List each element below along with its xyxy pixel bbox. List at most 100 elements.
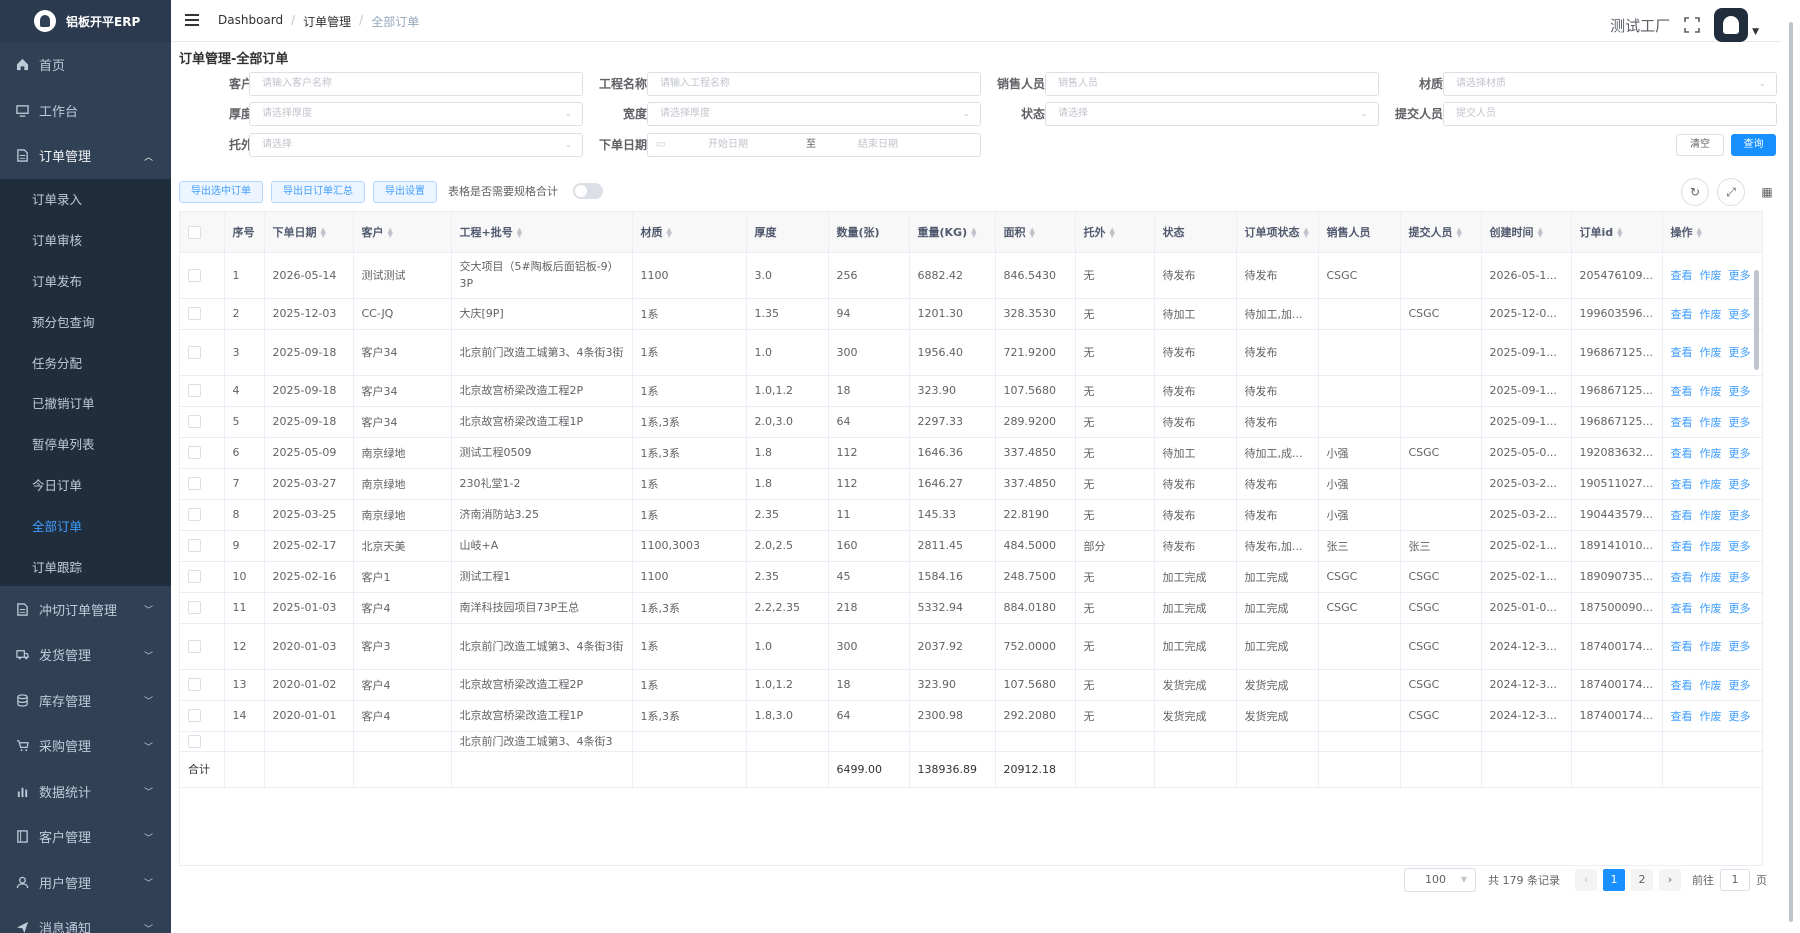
submenu-item-6[interactable]: 暂停单列表 [0,423,171,464]
action-1[interactable]: 作废 [1700,679,1722,692]
sort-icon[interactable]: ▲ ▼ [1030,226,1035,238]
project-input[interactable]: 请输入工程名称 [647,72,981,96]
row-checkbox[interactable] [180,437,225,469]
row-checkbox[interactable] [180,406,225,438]
action-0[interactable]: 查看 [1671,710,1693,723]
action-1[interactable]: 作废 [1700,308,1722,321]
table-row[interactable]: 10 2025-02-16 客户1 测试工程1 1100 2.35 45 1584.16 248… [180,561,1762,593]
date-start[interactable]: 开始日期 [708,134,748,156]
action-1[interactable]: 作废 [1700,385,1722,398]
action-0[interactable]: 查看 [1671,308,1693,321]
column-header[interactable]: 客户 ▲ ▼ [353,212,452,253]
action-0[interactable]: 查看 [1671,416,1693,429]
sidebar-item-2[interactable]: 订单管理 ︿ [0,133,171,179]
table-row[interactable]: 3 2025-09-18 客户34 北京前门改造工城第3、4条街3街 1系 1.0 300 1… [180,329,1762,376]
submenu-item-1[interactable]: 订单审核 [0,219,171,260]
column-header[interactable]: 提交人员 ▲ ▼ [1400,212,1482,253]
table-row[interactable]: 11 2025-01-03 客户4 南洋科技园项目73P王总 1系,3系 2.2,2.35… [180,592,1762,624]
table-scrollbar[interactable] [1752,252,1762,812]
sidebar-item-3[interactable]: 冲切订单管理 ﹀ [0,586,171,632]
action-0[interactable]: 查看 [1671,269,1693,282]
row-checkbox[interactable] [180,700,225,732]
page-1[interactable]: 1 [1603,869,1625,891]
row-checkbox[interactable] [180,623,225,670]
action-2[interactable]: 更多 [1729,447,1751,460]
sort-icon[interactable]: ▲ ▼ [1457,226,1462,238]
hamburger-icon[interactable] [185,14,199,26]
submenu-item-2[interactable]: 订单发布 [0,260,171,301]
sort-icon[interactable]: ▲ ▼ [971,226,976,238]
app-logo[interactable]: 铝板开平ERP [0,0,171,42]
row-checkbox[interactable] [180,298,225,330]
submenu-item-7[interactable]: 今日订单 [0,464,171,505]
action-2[interactable]: 更多 [1729,308,1751,321]
columns-icon[interactable]: ▦ [1753,178,1781,206]
table-row[interactable]: 6 2025-05-09 南京绿地 测试工程0509 1系,3系 1.8 112 1646.3… [180,437,1762,469]
action-1[interactable]: 作废 [1700,640,1722,653]
avatar[interactable] [1714,8,1749,42]
table-row[interactable]: 7 2025-03-27 南京绿地 230礼堂1-2 1系 1.8 112 1646.27 33… [180,468,1762,500]
table-row[interactable]: 2 2025-12-03 CC-JQ 大庆[9P] 1系 1.35 94 1201.30 328… [180,298,1762,330]
action-0[interactable]: 查看 [1671,509,1693,522]
sort-icon[interactable]: ▲ ▼ [667,226,672,238]
next-page-icon[interactable]: › [1659,869,1681,891]
table-row[interactable]: 5 2025-09-18 客户34 北京故宫桥梁改造工程1P 1系,3系 2.0,3.0 6… [180,406,1762,438]
sidebar-item-6[interactable]: 采购管理 ﹀ [0,723,171,769]
row-checkbox[interactable] [180,468,225,500]
column-header[interactable]: 订单id ▲ ▼ [1571,212,1663,253]
page-size-select[interactable]: 100 ▼ [1404,868,1476,892]
action-2[interactable]: 更多 [1729,346,1751,359]
sidebar-item-9[interactable]: 用户管理 ﹀ [0,859,171,905]
column-header[interactable]: 操作 ▲ ▼ [1662,212,1762,253]
sidebar-item-4[interactable]: 发货管理 ﹀ [0,632,171,678]
spec-total-switch[interactable] [573,183,603,199]
row-checkbox[interactable] [180,530,225,562]
export-settings-button[interactable]: 导出设置 [373,181,437,203]
row-checkbox[interactable] [180,561,225,593]
action-1[interactable]: 作废 [1700,346,1722,359]
row-checkbox[interactable] [180,329,225,376]
action-1[interactable]: 作废 [1700,447,1722,460]
action-2[interactable]: 更多 [1729,679,1751,692]
action-0[interactable]: 查看 [1671,478,1693,491]
column-header[interactable]: 托外 ▲ ▼ [1075,212,1155,253]
action-2[interactable]: 更多 [1729,509,1751,522]
action-2[interactable]: 更多 [1729,640,1751,653]
select-all-checkbox[interactable] [180,212,225,253]
submenu-item-4[interactable]: 任务分配 [0,342,171,383]
action-2[interactable]: 更多 [1729,571,1751,584]
submenu-item-3[interactable]: 预分包查询 [0,301,171,342]
action-1[interactable]: 作废 [1700,602,1722,615]
refresh-icon[interactable]: ↻ [1681,178,1709,206]
caret-down-icon[interactable]: ▼ [1752,27,1759,37]
customer-input[interactable]: 请输入客户名称 [249,72,583,96]
action-0[interactable]: 查看 [1671,447,1693,460]
fullscreen-icon[interactable] [1684,17,1700,33]
table-row[interactable]: 北京前门改造工城第3、4条街3 [180,731,1762,752]
action-2[interactable]: 更多 [1729,269,1751,282]
breadcrumb-order-mgmt[interactable]: 订单管理 [303,13,351,30]
action-1[interactable]: 作废 [1700,509,1722,522]
action-0[interactable]: 查看 [1671,640,1693,653]
column-header[interactable]: 材质 ▲ ▼ [632,212,747,253]
action-2[interactable]: 更多 [1729,602,1751,615]
action-0[interactable]: 查看 [1671,679,1693,692]
action-2[interactable]: 更多 [1729,540,1751,553]
table-row[interactable]: 4 2025-09-18 客户34 北京故宫桥梁改造工程2P 1系 1.0,1.2 18 32… [180,375,1762,407]
action-0[interactable]: 查看 [1671,385,1693,398]
sort-icon[interactable]: ▲ ▼ [321,226,326,238]
sidebar-item-7[interactable]: 数据统计 ﹀ [0,768,171,814]
sort-icon[interactable]: ▲ ▼ [1697,226,1702,238]
sidebar-item-0[interactable]: 首页 [0,42,171,88]
table-row[interactable]: 1 2026-05-14 测试测试 交大项目（5#陶板后面铝板-9）3P 1100 3.0… [180,252,1762,299]
column-header[interactable]: 创建时间 ▲ ▼ [1481,212,1572,253]
column-header[interactable]: 重量(KG) ▲ ▼ [909,212,996,253]
action-0[interactable]: 查看 [1671,602,1693,615]
status-select[interactable]: 请选择 ⌄ [1045,102,1379,126]
column-header[interactable]: 面积 ▲ ▼ [995,212,1076,253]
action-2[interactable]: 更多 [1729,710,1751,723]
action-1[interactable]: 作废 [1700,540,1722,553]
row-checkbox[interactable] [180,731,225,752]
action-2[interactable]: 更多 [1729,478,1751,491]
action-1[interactable]: 作废 [1700,571,1722,584]
